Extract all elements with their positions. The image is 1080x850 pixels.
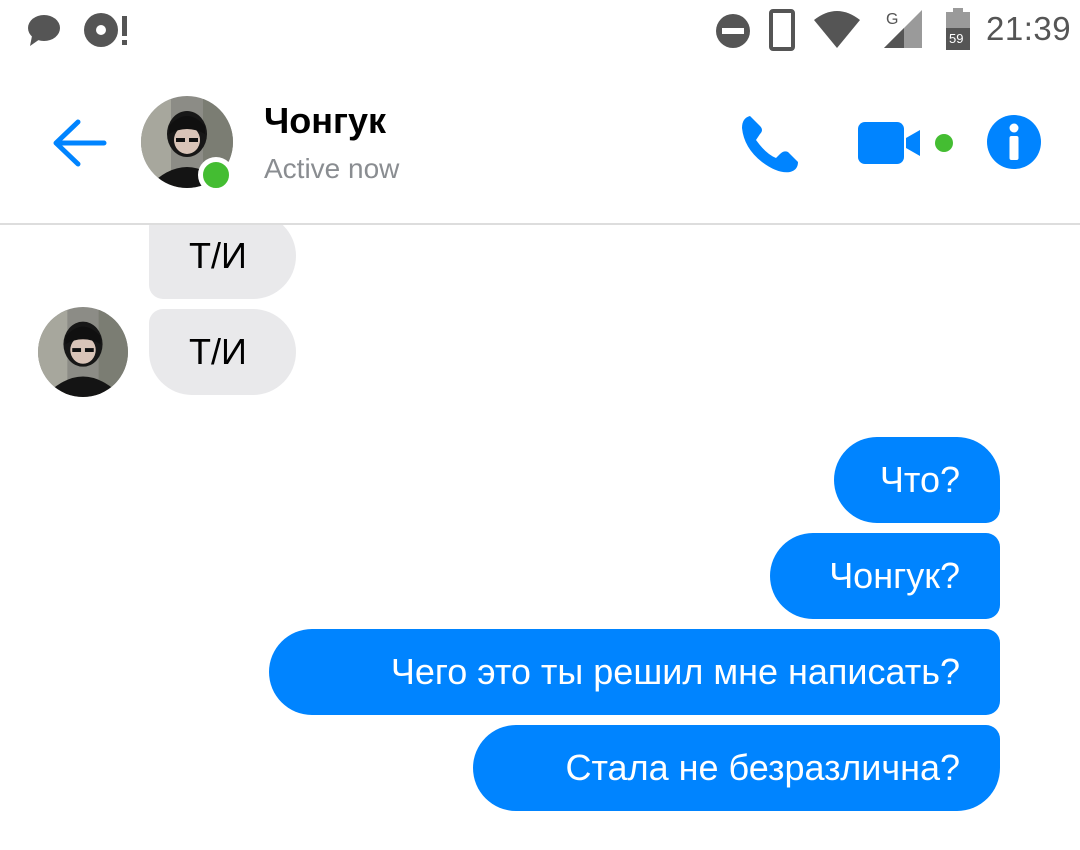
video-call-button[interactable] [856,118,960,170]
phone-vibrate-icon [769,9,795,51]
conversation-info-button[interactable] [986,114,1042,170]
status-bar: G 59 21:39 [0,0,1080,60]
messenger-screen: G 59 21:39 Чонгук Active now Т/И Т/И Что… [0,0,1080,850]
info-icon [987,115,1041,169]
do-not-disturb-icon [716,14,750,48]
battery-icon: 59 [946,8,970,50]
voice-call-button[interactable] [736,112,802,178]
clock: 21:39 [986,10,1072,47]
network-type-label: G [886,11,898,28]
video-camera-icon [858,122,953,164]
contact-name[interactable]: Чонгук [264,100,386,142]
incoming-message-bubble[interactable]: Т/И [149,225,296,299]
cell-signal-icon: G [884,10,922,48]
phone-icon [742,116,798,173]
music-disc-alert-icon [84,13,127,47]
contact-activity-status: Active now [264,153,400,184]
arrow-left-icon [53,119,107,167]
battery-level-label: 59 [949,31,963,46]
online-status-dot [198,157,234,193]
outgoing-message-bubble[interactable]: Что? [834,437,1000,523]
outgoing-message-bubble[interactable]: Чего это ты решил мне написать? [269,629,1000,715]
back-button[interactable] [44,108,114,178]
messenger-bubble-icon [28,15,60,46]
message-thread[interactable]: Т/И Т/И Что? Чонгук? Чего это ты решил м… [0,225,1080,850]
outgoing-message-bubble[interactable]: Чонгук? [770,533,1000,619]
outgoing-message-bubble[interactable]: Стала не безразлична? [473,725,1000,811]
wifi-icon [814,11,860,48]
avatar-photo [38,307,128,397]
chat-header: Чонгук Active now [0,60,1080,225]
sender-avatar[interactable] [38,307,128,397]
incoming-message-bubble[interactable]: Т/И [149,309,296,395]
